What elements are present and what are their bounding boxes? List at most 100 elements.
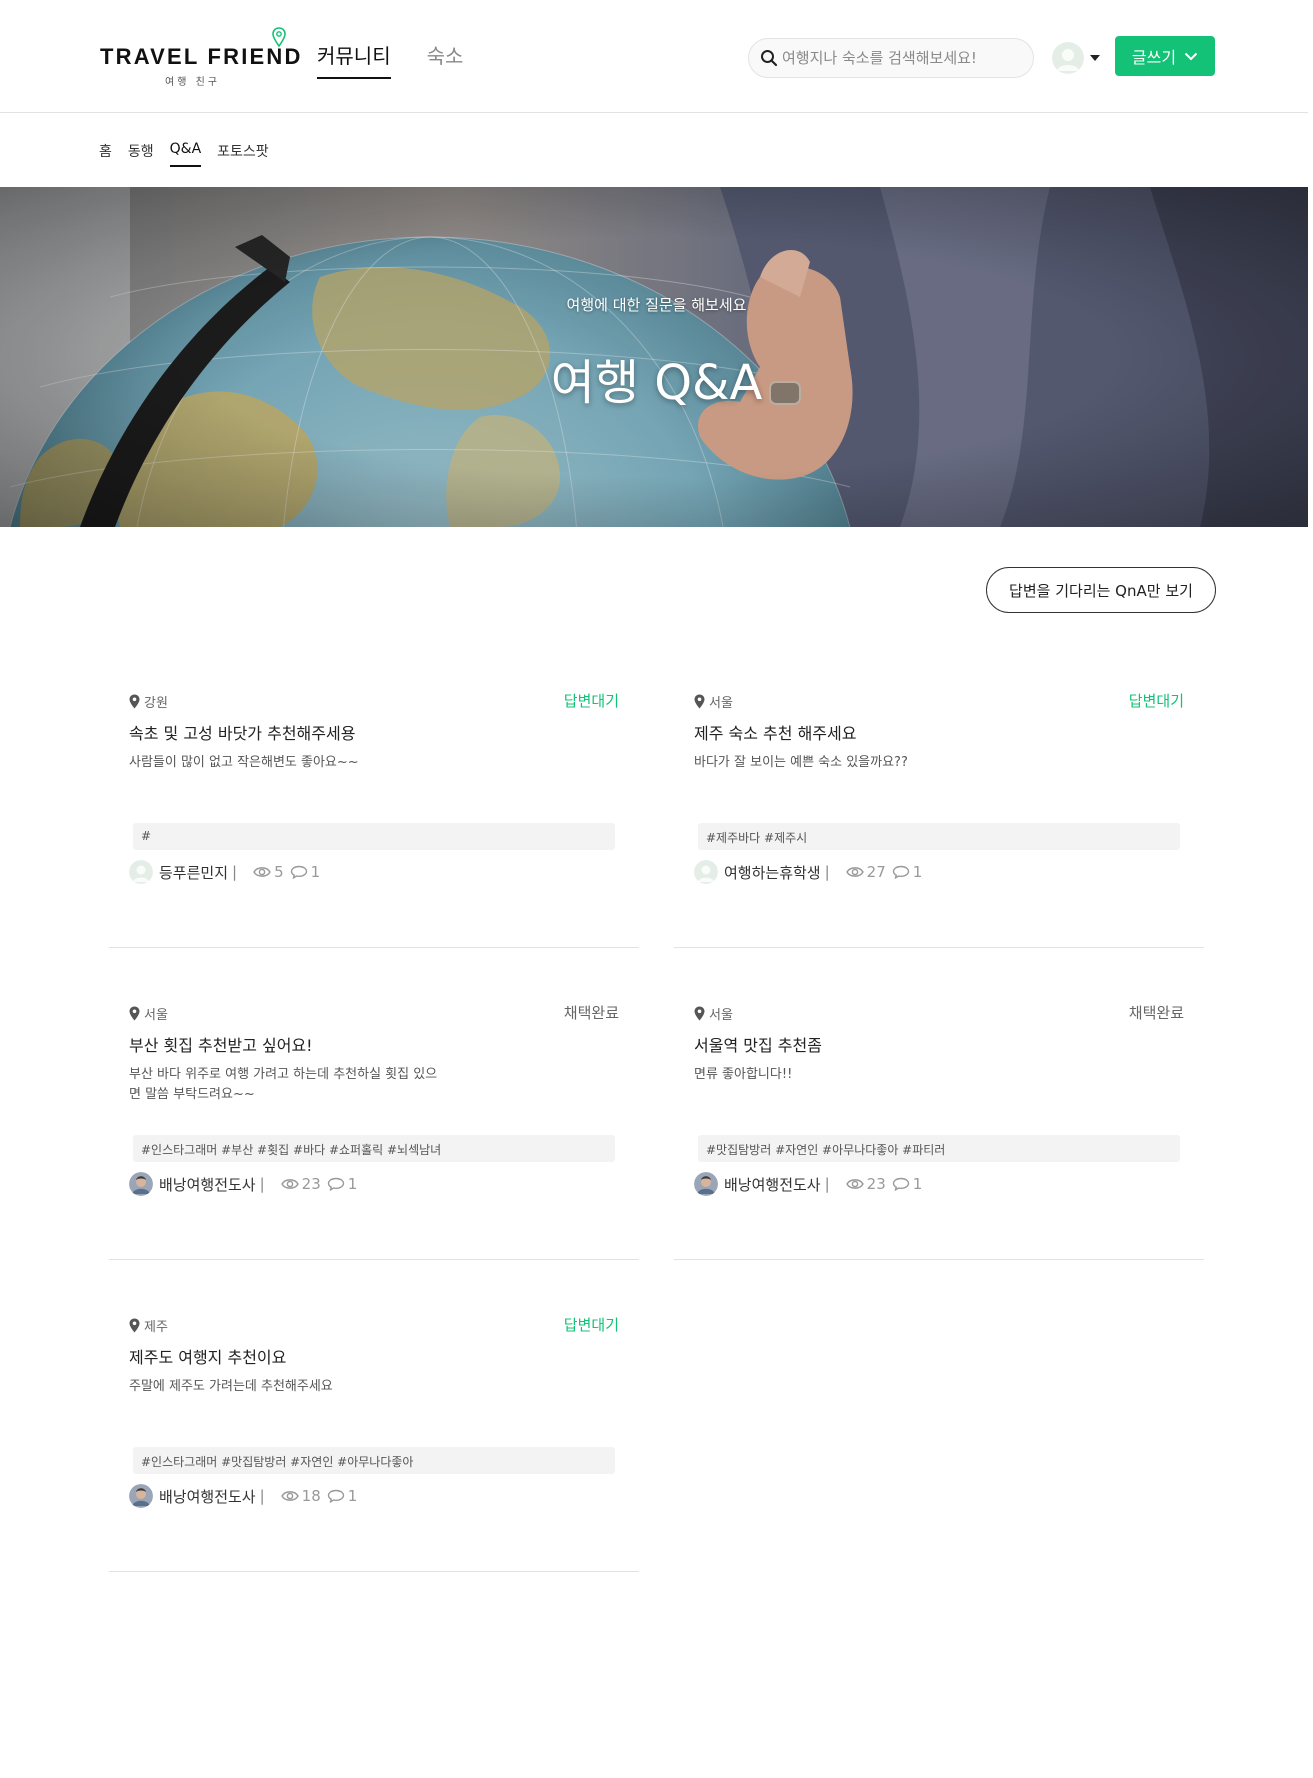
chevron-down-icon (1184, 52, 1198, 60)
sub-nav: 홈 동행 Q&A 포토스팟 (99, 141, 269, 167)
location-pin-icon (129, 1006, 140, 1021)
post-body: 면류 좋아합니다!! (694, 1067, 793, 1082)
comment-count: 1 (347, 1487, 358, 1505)
qna-post-card[interactable]: 서울 채택완료서울역 맛집 추천좀면류 좋아합니다!! #맛집탐방러 #자연인 #아… (674, 1004, 1204, 1260)
post-body: 주말에 제주도 가려는데 추천해주세요 (129, 1379, 333, 1394)
search-bar[interactable] (748, 38, 1034, 78)
post-title[interactable]: 제주도 여행지 추천이요 (129, 1344, 286, 1368)
post-title[interactable]: 제주 숙소 추천 해주세요 (694, 720, 856, 744)
location-pin-icon (694, 694, 705, 709)
author-avatar[interactable] (129, 860, 153, 884)
comment-count: 1 (912, 1175, 923, 1193)
subnav-companion[interactable]: 동행 (128, 141, 154, 167)
post-body: 바다가 잘 보이는 예쁜 숙소 있을까요?? (694, 755, 908, 770)
nav-community[interactable]: 커뮤니티 (317, 40, 391, 79)
subnav-photospot[interactable]: 포토스팟 (217, 141, 269, 167)
post-location: 제주 (129, 1316, 168, 1335)
qna-post-card[interactable]: 제주 답변대기제주도 여행지 추천이요주말에 제주도 가려는데 추천해주세요 #인스… (109, 1316, 639, 1572)
post-tags[interactable]: #제주바다 #제주시 (698, 823, 1180, 850)
comment-count: 1 (912, 863, 923, 881)
user-photo-avatar (129, 1172, 153, 1196)
nav-lodging[interactable]: 숙소 (427, 40, 464, 79)
hero-banner: 여행에 대한 질문을 해보세요 여행 Q&A (0, 187, 1308, 527)
post-title[interactable]: 부산 횟집 추천받고 싶어요! (129, 1032, 313, 1056)
post-status-badge: 답변대기 (563, 1316, 619, 1334)
default-avatar-icon (694, 860, 718, 884)
hero-subtitle: 여행에 대한 질문을 해보세요 (566, 296, 747, 314)
caret-down-icon[interactable] (1090, 55, 1100, 61)
view-count: 23 (301, 1175, 321, 1193)
author-name[interactable]: 여행하는휴학생 (724, 862, 821, 883)
hero-title: 여행 Q&A (550, 355, 763, 411)
author-name[interactable]: 배낭여행전도사 (159, 1174, 256, 1195)
comment-count: 1 (347, 1175, 358, 1193)
search-input[interactable] (782, 49, 1022, 67)
post-body: 부산 바다 위주로 여행 가려고 하는데 추천하실 횟집 있으면 말씀 부탁드려… (129, 1067, 438, 1102)
post-title[interactable]: 서울역 맛집 추천좀 (694, 1032, 822, 1056)
post-tags[interactable]: # (133, 823, 615, 850)
avatar[interactable] (1052, 42, 1084, 74)
subnav-qna[interactable]: Q&A (169, 141, 202, 167)
views-eye-icon (845, 867, 864, 877)
qna-post-card[interactable]: 서울 채택완료부산 횟집 추천받고 싶어요! 부산 바다 위주로 여행 가려고 하는… (109, 1004, 639, 1260)
post-status-badge: 답변대기 (563, 692, 619, 710)
user-photo-avatar (694, 1172, 718, 1196)
location-pin-icon (129, 694, 140, 709)
post-meta: 여행하는휴학생 | 27 1 (694, 860, 928, 884)
site-header: TRAVEL FRIEND 여행 친구 커뮤니티 숙소 글쓰기 (0, 0, 1308, 113)
view-count: 5 (274, 863, 284, 881)
views-eye-icon (280, 1491, 299, 1501)
qna-post-card[interactable]: 강원 답변대기속초 및 고성 바닷가 추천해주세용사람들이 많이 없고 작은해변도… (109, 692, 639, 948)
post-body: 사람들이 많이 없고 작은해변도 좋아요~~ (129, 755, 359, 770)
post-title[interactable]: 속초 및 고성 바닷가 추천해주세용 (129, 720, 355, 744)
post-status-badge: 채택완료 (1128, 1004, 1184, 1022)
post-location-label: 서울 (709, 1008, 733, 1023)
view-count: 23 (866, 1175, 886, 1193)
post-status-badge: 채택완료 (563, 1004, 619, 1022)
post-location: 서울 (694, 1004, 733, 1023)
author-avatar[interactable] (129, 1484, 153, 1508)
meta-separator: | (824, 863, 830, 881)
post-location-label: 강원 (144, 696, 168, 711)
subnav-home[interactable]: 홈 (99, 141, 112, 167)
search-icon (761, 50, 778, 67)
meta-separator: | (259, 1175, 265, 1193)
default-avatar-icon (1052, 42, 1084, 74)
author-name[interactable]: 등푸른민지 (159, 862, 228, 883)
logo-subtext: 여행 친구 (165, 77, 220, 88)
views-eye-icon (253, 867, 271, 877)
views-eye-icon (845, 1179, 864, 1189)
logo[interactable]: TRAVEL FRIEND 여행 친구 (100, 27, 300, 88)
author-avatar[interactable] (129, 1172, 153, 1196)
post-location-label: 서울 (709, 696, 733, 711)
author-name[interactable]: 배낭여행전도사 (724, 1174, 821, 1195)
post-location-label: 서울 (144, 1008, 168, 1023)
post-meta: 배낭여행전도사 | 23 1 (694, 1172, 928, 1196)
qna-post-card[interactable]: 서울 답변대기제주 숙소 추천 해주세요바다가 잘 보이는 예쁜 숙소 있을까요?… (674, 692, 1204, 948)
post-meta: 배낭여행전도사 | 23 1 (129, 1172, 363, 1196)
author-name[interactable]: 배낭여행전도사 (159, 1486, 256, 1507)
main-nav: 커뮤니티 숙소 (317, 40, 463, 79)
user-menu[interactable] (1052, 42, 1100, 74)
write-button-label: 글쓰기 (1131, 48, 1177, 67)
views-eye-icon (280, 1179, 299, 1189)
post-meta: 등푸른민지 | 5 1 (129, 860, 326, 884)
post-status-badge: 답변대기 (1128, 692, 1184, 710)
post-tags[interactable]: #맛집탐방러 #자연인 #아무나다좋아 #파티러 (698, 1135, 1180, 1162)
comment-bubble-icon (290, 865, 307, 879)
post-tags[interactable]: #인스타그래머 #맛집탐방러 #자연인 #아무나다좋아 (133, 1447, 615, 1474)
location-pin-icon (694, 1006, 705, 1021)
comment-bubble-icon (327, 1489, 344, 1503)
post-location: 강원 (129, 692, 168, 711)
location-pin-icon (129, 1318, 140, 1333)
waiting-qna-filter-button[interactable]: 답변을 기다리는 QnA만 보기 (986, 567, 1216, 613)
post-location: 서울 (129, 1004, 168, 1023)
logo-text: TRAVEL FRIEND (100, 44, 303, 69)
write-button[interactable]: 글쓰기 (1115, 36, 1215, 76)
author-avatar[interactable] (694, 860, 718, 884)
post-location-label: 제주 (144, 1320, 168, 1335)
user-photo-avatar (129, 1484, 153, 1508)
author-avatar[interactable] (694, 1172, 718, 1196)
meta-separator: | (259, 1487, 265, 1505)
post-tags[interactable]: #인스타그래머 #부산 #횟집 #바다 #쇼퍼홀릭 #뇌섹남녀 (133, 1135, 615, 1162)
